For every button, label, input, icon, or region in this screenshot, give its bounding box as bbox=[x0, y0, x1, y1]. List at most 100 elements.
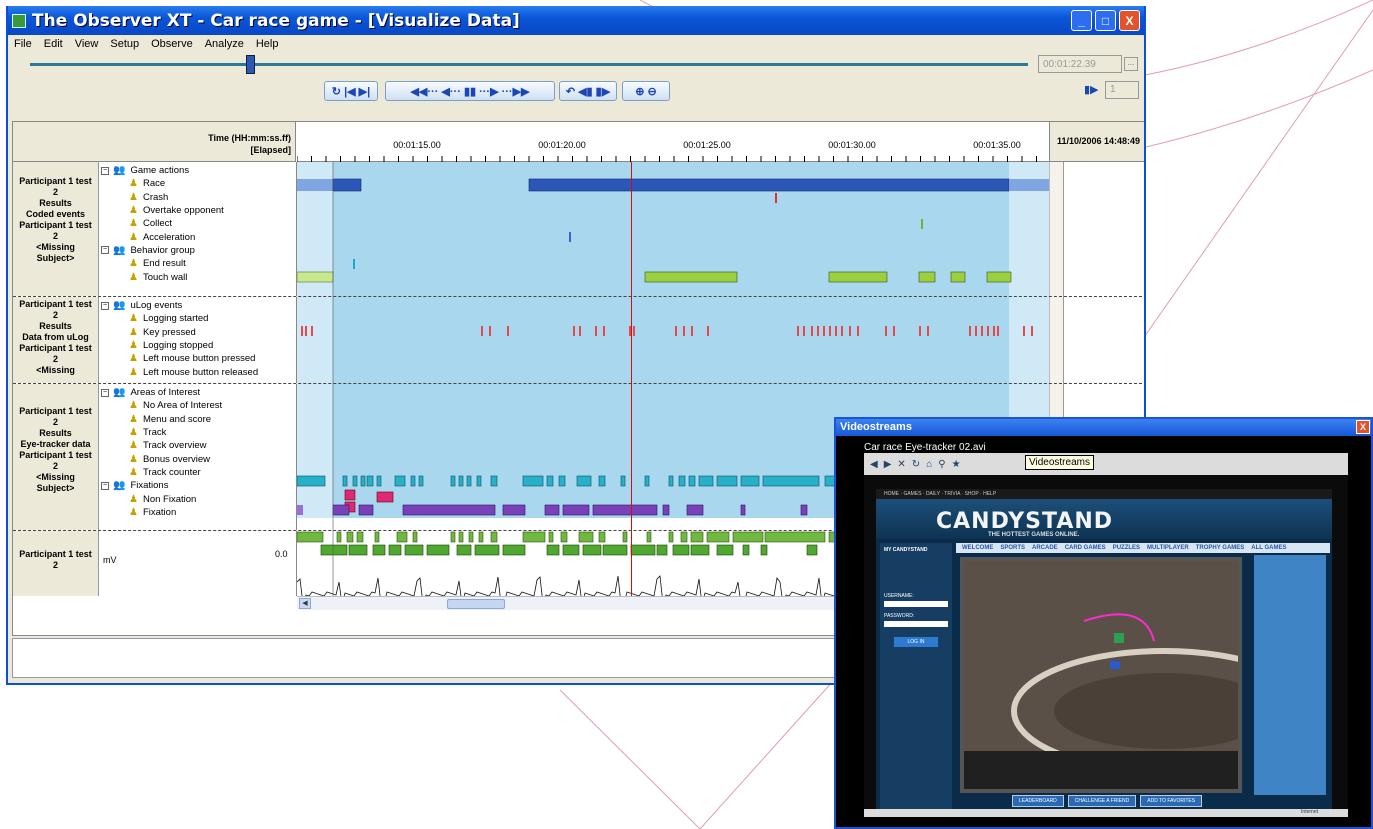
menu-view[interactable]: View bbox=[75, 38, 99, 50]
collapse-icon[interactable]: − bbox=[101, 481, 109, 490]
behavior-row[interactable]: ♟ Touch wall bbox=[99, 270, 296, 283]
behavior-row[interactable]: ♟ No Area of Interest bbox=[99, 399, 296, 412]
event-bar bbox=[388, 544, 402, 556]
behavior-row[interactable]: ♟ Track counter bbox=[99, 466, 296, 479]
zoom-controls[interactable]: ⊕ ⊖ bbox=[622, 81, 670, 101]
play-controls[interactable]: ◀◀··· ◀··· ▮▮ ···▶ ···▶▶ bbox=[385, 81, 555, 101]
videostreams-close-button[interactable]: X bbox=[1356, 420, 1370, 434]
behavior-row[interactable]: ♟ Track bbox=[99, 426, 296, 439]
playback-slider-thumb[interactable] bbox=[246, 55, 255, 74]
behavior-row[interactable]: ♟ Logging started bbox=[99, 312, 296, 325]
current-time-field[interactable]: 00:01:22.39 bbox=[1038, 55, 1122, 73]
signal-value-label: 0.0 bbox=[275, 549, 288, 559]
vertical-scrollbar[interactable] bbox=[1049, 297, 1063, 383]
reload-first-last-buttons[interactable]: ↻ |◀ ▶| bbox=[324, 81, 378, 101]
menu-observe[interactable]: Observe bbox=[151, 38, 193, 50]
behavior-row[interactable]: ♟ Overtake opponent bbox=[99, 204, 296, 217]
behavior-row[interactable]: ♟ Collect bbox=[99, 217, 296, 230]
behavior-row[interactable]: ♟ Acceleration bbox=[99, 230, 296, 243]
scroll-left-button[interactable]: ◀ bbox=[299, 598, 311, 609]
favorites-icon: ★ bbox=[951, 458, 961, 470]
event-bar bbox=[683, 326, 685, 336]
event-bar bbox=[975, 326, 977, 336]
collapse-icon[interactable]: − bbox=[101, 388, 109, 397]
behavior-row[interactable]: ♟ Track overview bbox=[99, 439, 296, 452]
subject-icon: ♟ bbox=[129, 191, 138, 203]
menu-help[interactable]: Help bbox=[256, 38, 279, 50]
behavior-group-row[interactable]: − 👥 Areas of Interest bbox=[99, 386, 296, 399]
behavior-row[interactable]: ♟ Bonus overview bbox=[99, 452, 296, 465]
row-label: Left mouse button pressed bbox=[142, 353, 256, 365]
collapse-icon[interactable]: − bbox=[101, 166, 109, 175]
menu-analyze[interactable]: Analyze bbox=[205, 38, 244, 50]
section-rows-eye-tracker: − 👥 Areas of Interest ♟ No Area of Interest… bbox=[99, 384, 297, 530]
event-bar bbox=[690, 531, 704, 543]
subject-icon: ♟ bbox=[129, 506, 138, 518]
behavior-group-row[interactable]: − 👥 Fixations bbox=[99, 479, 296, 492]
row-label: Game actions bbox=[130, 165, 190, 177]
source-line: Participant 1 test bbox=[19, 220, 92, 230]
behavior-row[interactable]: ♟ Race bbox=[99, 177, 296, 190]
title-bar[interactable]: The Observer XT - Car race game - [Visua… bbox=[8, 6, 1144, 35]
section-rows-ulog: − 👥 uLog events ♟ Logging started ♟ Key pres… bbox=[99, 297, 297, 383]
source-line: <Missing bbox=[36, 365, 75, 375]
behavior-row[interactable]: ♟ End result bbox=[99, 257, 296, 270]
behavior-group-row[interactable]: − 👥 Behavior group bbox=[99, 244, 296, 257]
site-right-ads bbox=[1254, 555, 1326, 795]
source-line: Participant 1 test bbox=[19, 343, 92, 353]
step-controls[interactable]: ↶ ◀▮ ▮▶ bbox=[559, 81, 617, 101]
behavior-row[interactable]: ♟ Non Fixation bbox=[99, 492, 296, 505]
behavior-group-row[interactable]: − 👥 uLog events bbox=[99, 299, 296, 312]
stop-icon: ✕ bbox=[897, 458, 906, 470]
event-bar bbox=[344, 489, 356, 501]
event-bar bbox=[372, 544, 386, 556]
video-frame[interactable]: ◀ ▶ ✕ ↻ ⌂ ⚲ ★ HOME · GAMES · DAILY · TRI… bbox=[864, 453, 1348, 817]
minimize-button[interactable]: _ bbox=[1071, 10, 1092, 31]
playback-slider[interactable] bbox=[30, 63, 1028, 66]
time-options-button[interactable]: ... bbox=[1124, 57, 1138, 71]
close-button[interactable]: X bbox=[1119, 10, 1140, 31]
site-banner: CANDYSTAND THE HOTTEST GAMES ONLINE. bbox=[876, 499, 1332, 539]
browser-toolbar: ◀ ▶ ✕ ↻ ⌂ ⚲ ★ bbox=[864, 453, 1348, 475]
username-label: USERNAME: bbox=[884, 593, 914, 599]
event-bar bbox=[803, 326, 805, 336]
frame-step-field[interactable]: 1 bbox=[1105, 81, 1139, 99]
event-bar bbox=[716, 544, 734, 556]
row-label: Acceleration bbox=[142, 231, 196, 243]
behavior-row[interactable]: ♟ Crash bbox=[99, 191, 296, 204]
event-bar bbox=[668, 531, 674, 543]
behavior-group-row[interactable]: − 👥 Game actions bbox=[99, 164, 296, 177]
event-bar bbox=[426, 544, 450, 556]
event-bar bbox=[396, 531, 408, 543]
behavior-row[interactable]: ♟ Menu and score bbox=[99, 413, 296, 426]
videostreams-title-bar[interactable]: Videostreams X bbox=[836, 419, 1371, 436]
event-bar bbox=[305, 326, 307, 336]
event-bar bbox=[622, 531, 628, 543]
subject-icon: ♟ bbox=[129, 258, 138, 270]
collapse-icon[interactable]: − bbox=[101, 246, 109, 255]
event-bar bbox=[800, 504, 808, 516]
behavior-row[interactable]: ♟ Fixation bbox=[99, 506, 296, 519]
section-rows-coded-events: − 👥 Game actions ♟ Race ♟ Crash ♟ Overtake op… bbox=[99, 162, 297, 296]
behavior-row[interactable]: ♟ Left mouse button pressed bbox=[99, 352, 296, 365]
source-line: Participant 1 test bbox=[19, 406, 92, 416]
event-bar bbox=[366, 475, 374, 487]
event-bar bbox=[592, 504, 658, 516]
frame-step-icon[interactable]: ▮▶ bbox=[1084, 83, 1099, 96]
horizontal-scroll-thumb[interactable] bbox=[447, 599, 505, 609]
menu-file[interactable]: File bbox=[14, 38, 32, 50]
subject-icon: ♟ bbox=[129, 353, 138, 365]
event-bar bbox=[468, 531, 474, 543]
row-label: Left mouse button released bbox=[142, 366, 259, 378]
maximize-button[interactable]: □ bbox=[1095, 10, 1116, 31]
menu-setup[interactable]: Setup bbox=[110, 38, 139, 50]
subject-icon: ♟ bbox=[129, 231, 138, 243]
behavior-row[interactable]: ♟ Left mouse button released bbox=[99, 365, 296, 378]
vertical-scrollbar[interactable] bbox=[1049, 162, 1063, 296]
time-axis: 00:01:15.00 00:01:20.00 00:01:25.00 00:0… bbox=[297, 122, 1049, 162]
collapse-icon[interactable]: − bbox=[101, 301, 109, 310]
behavior-row[interactable]: ♟ Logging stopped bbox=[99, 339, 296, 352]
event-bar bbox=[841, 326, 843, 336]
menu-edit[interactable]: Edit bbox=[44, 38, 63, 50]
behavior-row[interactable]: ♟ Key pressed bbox=[99, 326, 296, 339]
